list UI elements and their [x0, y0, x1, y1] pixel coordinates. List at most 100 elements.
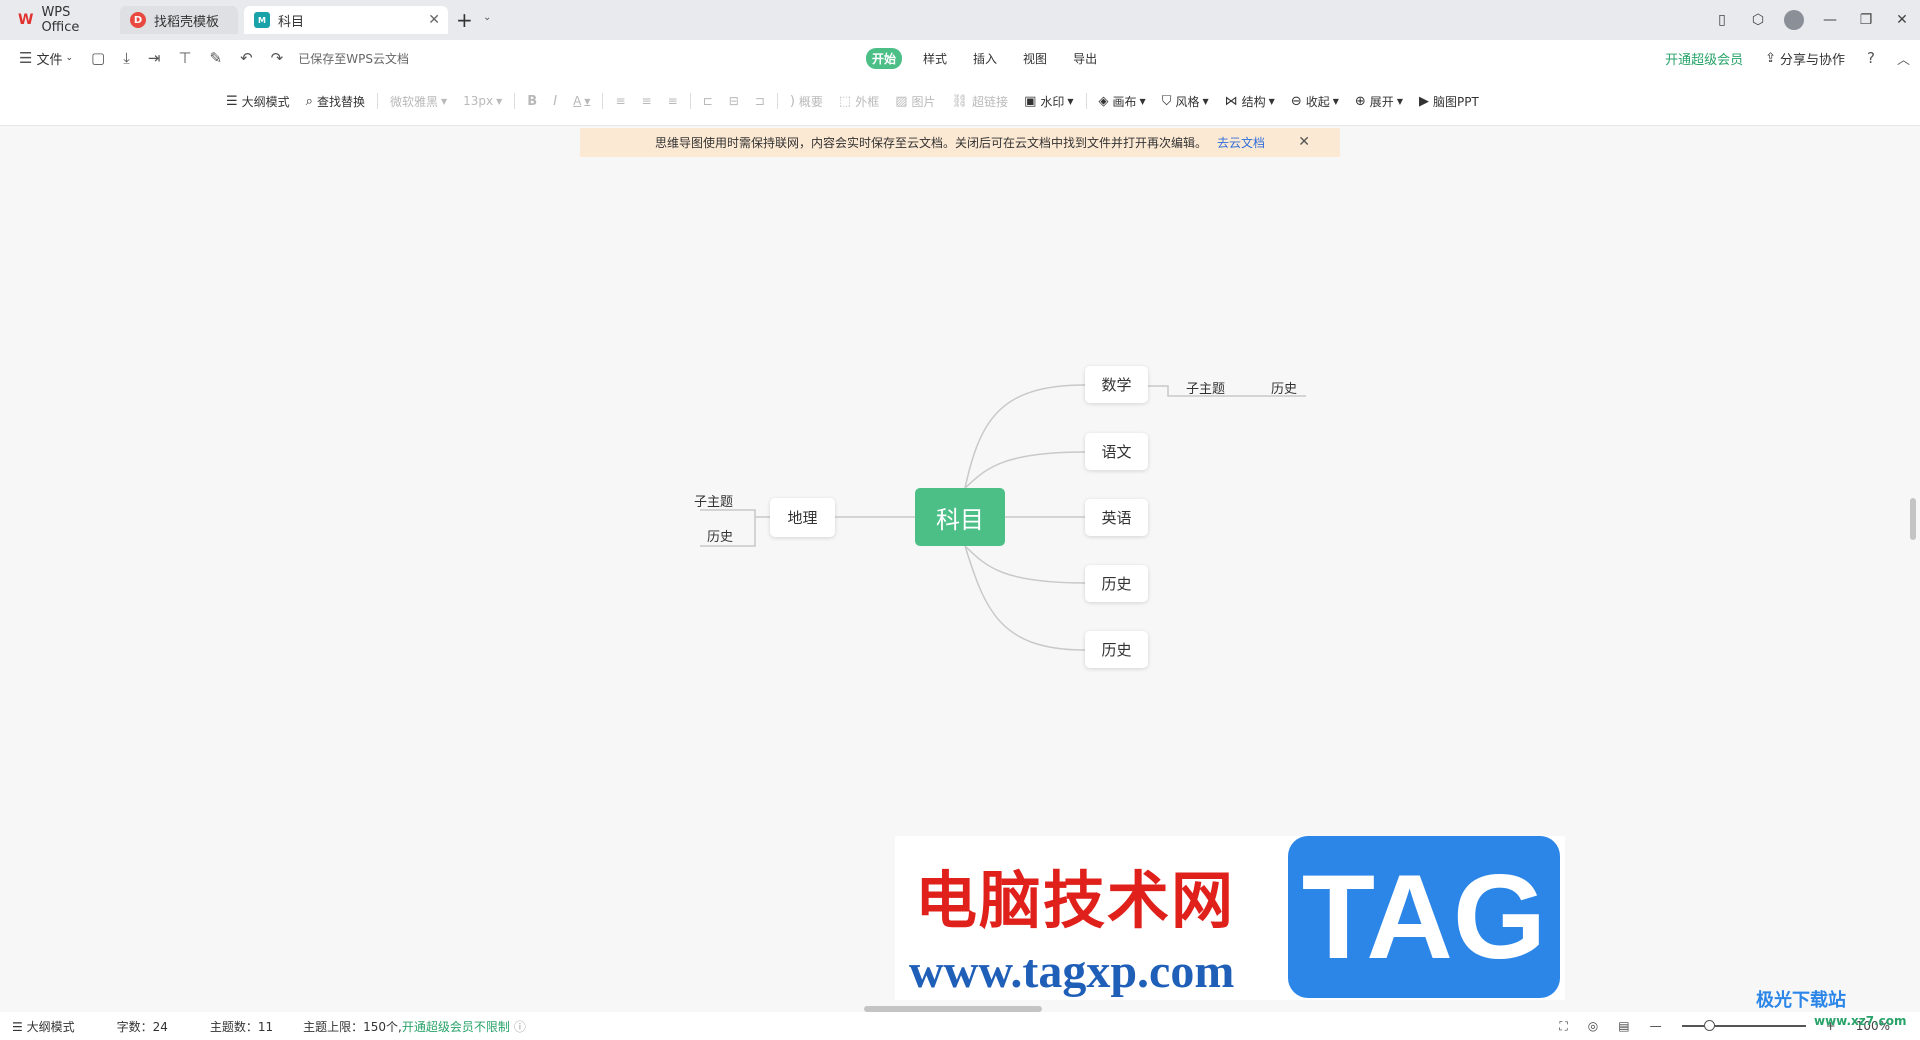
close-window-icon[interactable]: ✕: [1884, 0, 1920, 40]
minimize-icon[interactable]: —: [1812, 0, 1848, 40]
divider: [602, 93, 604, 109]
layout-icon[interactable]: ▯: [1704, 0, 1740, 40]
structure-button[interactable]: ⋈ 结构 ▼: [1217, 76, 1283, 126]
subtopic[interactable]: 历史: [1271, 378, 1297, 397]
topic-history[interactable]: 历史: [1085, 631, 1148, 668]
topic-chinese[interactable]: 语文: [1085, 433, 1148, 470]
tab-export[interactable]: 导出: [1068, 48, 1102, 69]
locate-icon[interactable]: ◎: [1588, 1019, 1598, 1033]
tab-insert[interactable]: 插入: [968, 48, 1002, 69]
insert-parent-button[interactable]: ⊐: [747, 76, 773, 126]
download-icon: ⤓: [123, 49, 130, 67]
outline-mode-label: 大纲模式: [241, 94, 290, 109]
bold-button[interactable]: B: [519, 76, 545, 126]
hyperlink-button[interactable]: ⛓ 超链接: [944, 76, 1017, 126]
topic-math[interactable]: 数学: [1085, 366, 1148, 403]
summary-button[interactable]: ) 概要: [782, 76, 831, 126]
file-menu[interactable]: ☰ 文件 ⌄: [10, 40, 82, 76]
tab-start[interactable]: 开始: [866, 47, 903, 69]
saved-status: 已保存至WPS云文档: [298, 51, 409, 66]
italic-button[interactable]: I: [545, 76, 565, 126]
summary-label: 概要: [798, 94, 823, 109]
tab-mindmap-document[interactable]: M 科目 ✕: [244, 6, 448, 34]
caret-down-icon: ▼: [1139, 96, 1146, 106]
find-replace-button[interactable]: ⌕ 查找替换: [298, 76, 373, 126]
style-button[interactable]: ⛉ 风格 ▼: [1154, 76, 1217, 126]
collapse-ribbon-icon[interactable]: ︿: [1897, 49, 1910, 68]
align-right-button[interactable]: ≡: [660, 76, 686, 126]
format-painter-icon: ⊤: [178, 49, 192, 67]
tab-docer-templates[interactable]: D 找稻壳模板: [120, 6, 238, 34]
font-color-button[interactable]: A ▼: [565, 76, 598, 126]
font-select[interactable]: 微软雅黑 ▼: [382, 76, 455, 126]
align-left-button[interactable]: ≡: [607, 76, 633, 126]
outline-mode-status-label: 大纲模式: [26, 1019, 75, 1034]
watermark-tag-logo: TAG: [1288, 836, 1560, 998]
redo-button[interactable]: ↷: [262, 40, 293, 76]
corner-brand-logo: 极光下载站: [1756, 990, 1846, 1011]
vip-link[interactable]: 开通超级会员: [1665, 49, 1743, 68]
undo-button[interactable]: ↶: [231, 40, 262, 76]
collapse-button[interactable]: ⊖ 收起 ▼: [1283, 76, 1347, 126]
tab-style[interactable]: 样式: [918, 48, 952, 69]
subtopic[interactable]: 子主题: [1186, 378, 1225, 397]
subtopic[interactable]: 历史: [707, 526, 733, 545]
save-button[interactable]: ▢: [82, 40, 114, 76]
download-button[interactable]: ⤓: [114, 40, 139, 76]
font-size-select[interactable]: 13px ▼: [455, 76, 510, 126]
tab-label: 找稻壳模板: [154, 14, 220, 30]
tab-view[interactable]: 视图: [1018, 48, 1052, 69]
caret-down-icon: ▼: [584, 96, 591, 106]
align-center-button[interactable]: ≡: [634, 76, 660, 126]
file-menu-label: 文件: [36, 52, 63, 68]
image-label: 图片: [911, 94, 936, 109]
topic-geography[interactable]: 地理: [770, 498, 835, 537]
zoom-slider[interactable]: [1681, 1020, 1806, 1031]
root-topic[interactable]: 科目: [915, 488, 1005, 546]
outline-mode-toggle[interactable]: ☰ 大纲模式: [12, 1018, 75, 1035]
cube-icon[interactable]: ⬡: [1740, 0, 1776, 40]
zoom-slider-knob[interactable]: [1703, 1020, 1715, 1031]
zoom-out-icon[interactable]: —: [1650, 1019, 1662, 1033]
italic-label: I: [553, 93, 558, 109]
insert-child-button[interactable]: ⊏: [695, 76, 721, 126]
vip-unlimited-link[interactable]: 开通超级会员不限制: [402, 1020, 510, 1034]
insert-sibling-button[interactable]: ⊟: [721, 76, 747, 126]
close-tab-icon[interactable]: ✕: [428, 12, 440, 28]
fit-screen-icon[interactable]: ⛶: [1559, 1019, 1567, 1034]
export-button[interactable]: ⇥: [139, 40, 170, 76]
topic-history[interactable]: 历史: [1085, 565, 1148, 602]
font-value: 微软雅黑: [389, 94, 438, 109]
style-label: 风格: [1175, 94, 1200, 109]
word-count: 字数：24: [116, 1019, 168, 1034]
pen-button[interactable]: ✎: [201, 40, 232, 76]
outline-mode-button[interactable]: ☰ 大纲模式: [218, 76, 298, 126]
caret-down-icon: ▼: [1396, 96, 1403, 106]
site-watermark: 电脑技术网 www.tagxp.com TAG: [895, 836, 1565, 1000]
structure-label: 结构: [1241, 94, 1266, 109]
paint-bucket-icon: ◈: [1098, 93, 1109, 109]
help-icon[interactable]: ?: [1867, 49, 1875, 67]
frame-button[interactable]: ⬚ 外框: [831, 76, 887, 126]
map-icon[interactable]: ▤: [1618, 1019, 1629, 1033]
chevron-down-icon[interactable]: ⌄: [483, 12, 491, 23]
vertical-scrollbar[interactable]: [1910, 498, 1916, 540]
avatar[interactable]: [1776, 0, 1812, 40]
canvas-button[interactable]: ◈ 画布 ▼: [1091, 76, 1154, 126]
topic-english[interactable]: 英语: [1085, 499, 1148, 536]
format-painter-button[interactable]: ⊤: [169, 40, 200, 76]
mindmap-ppt-button[interactable]: ▶ 脑图PPT: [1411, 76, 1487, 126]
tab-wps-office[interactable]: W WPS Office: [8, 5, 116, 35]
watermark-url: www.tagxp.com: [909, 945, 1235, 998]
caret-down-icon: ▼: [1332, 96, 1339, 106]
expand-button[interactable]: ⊕ 展开 ▼: [1347, 76, 1411, 126]
canvas-label: 画布: [1112, 94, 1137, 109]
subtopic[interactable]: 子主题: [694, 491, 733, 510]
info-icon[interactable]: ⓘ: [514, 1020, 526, 1034]
restore-icon[interactable]: ❐: [1848, 0, 1884, 40]
mindmap-doc-icon: M: [254, 12, 270, 28]
share-button[interactable]: ⇪ 分享与协作: [1765, 49, 1845, 68]
new-tab-icon[interactable]: +: [456, 8, 473, 32]
image-button[interactable]: ▨ 图片: [887, 76, 943, 126]
watermark-button[interactable]: ▣ 水印 ▼: [1016, 76, 1081, 126]
